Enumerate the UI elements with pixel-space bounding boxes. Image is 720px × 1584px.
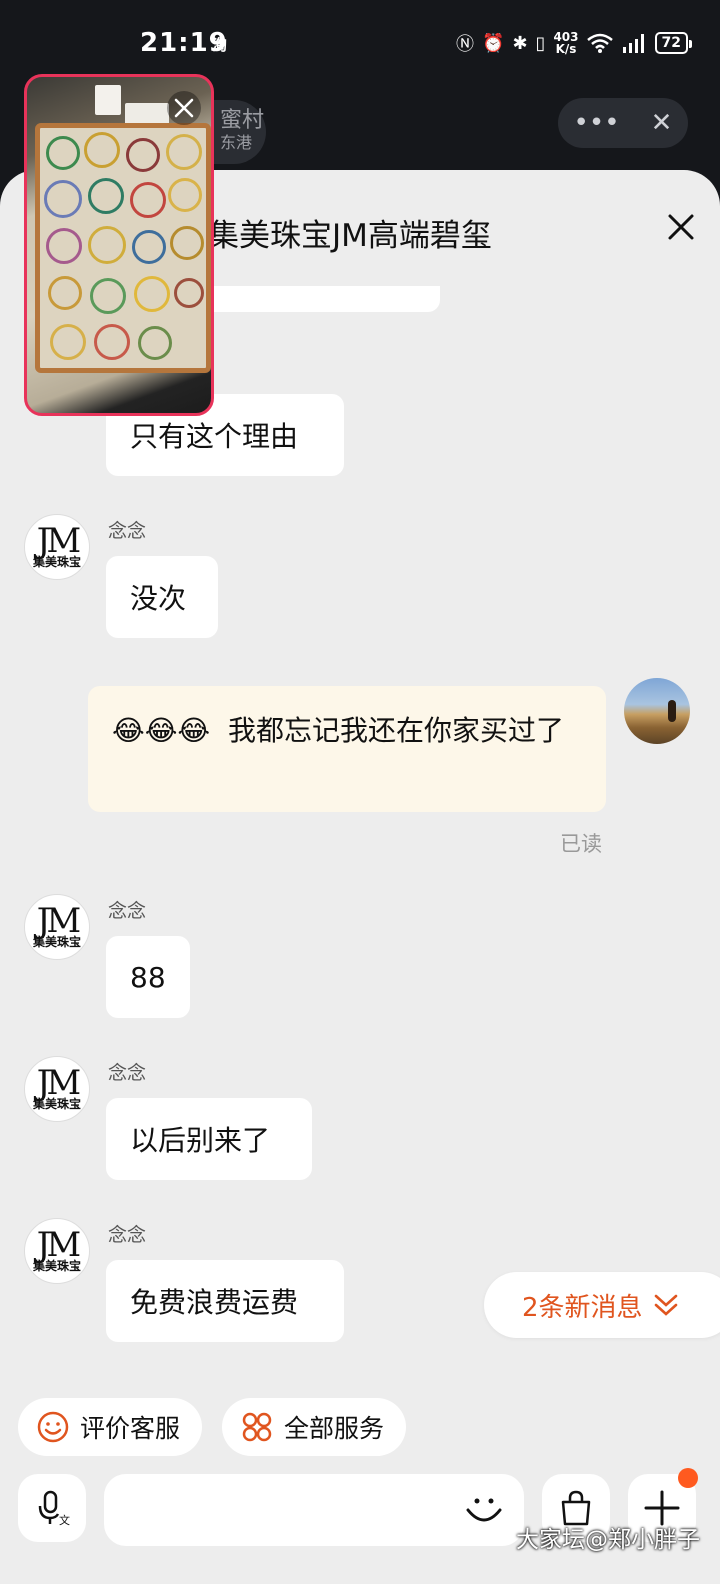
net-speed: 403 K/s <box>553 30 579 56</box>
live-close-icon[interactable]: ✕ <box>651 108 673 138</box>
shop-avatar[interactable]: JM 集美珠宝 <box>24 1056 90 1122</box>
all-services-label: 全部服务 <box>284 1414 385 1443</box>
message-text: 以后别来了 <box>130 1124 271 1157</box>
chat-title: 集美珠宝JM高端碧玺 <box>208 218 492 254</box>
message-bubble: 以后别来了 <box>106 1098 312 1180</box>
alarm-icon: ⏰ <box>482 32 505 54</box>
voice-input-button[interactable]: 文 <box>18 1474 86 1542</box>
status-icons: Ⓝ ⏰ ✱ ▯ 403 K/s 72 <box>456 30 693 56</box>
shop-avatar[interactable]: JM 集美珠宝 <box>24 894 90 960</box>
message-bubble-partial <box>212 286 440 312</box>
emoji-icon[interactable] <box>462 1486 506 1530</box>
outgoing-message-bubble: 😂😂😂 我都忘记我还在你家买过了 <box>88 686 606 812</box>
grid-icon <box>242 1412 272 1442</box>
double-chevron-down-icon <box>654 1294 677 1316</box>
notification-dot <box>678 1468 698 1488</box>
message-text: 😂😂😂 我都忘记我还在你家买过了 <box>112 714 564 747</box>
sender-name: 念念 <box>108 520 147 542</box>
live-controls: ••• ✕ <box>558 98 688 148</box>
pip-video[interactable] <box>24 74 214 416</box>
user-avatar[interactable] <box>624 678 690 744</box>
message-bubble: 88 <box>106 936 190 1018</box>
shop-avatar[interactable]: JM 集美珠宝 <box>24 1218 90 1284</box>
message-text: 88 <box>130 960 166 994</box>
signal-icon <box>622 34 644 53</box>
shop-avatar[interactable]: JM 集美珠宝 <box>24 514 90 580</box>
jewelry-tray <box>35 123 211 373</box>
battery-indicator: 72 <box>654 32 693 54</box>
sender-name: 念念 <box>108 900 147 922</box>
live-room-name: 蜜村 <box>220 108 265 133</box>
live-room-subtitle: 东港 <box>220 133 253 152</box>
pip-close-button[interactable] <box>167 91 201 125</box>
read-status: 已读 <box>560 832 602 856</box>
bluetooth-icon: ✱ <box>512 32 528 54</box>
new-messages-button[interactable]: 2条新消息 <box>484 1272 720 1338</box>
watermark: 大家坛@郑小胖子 <box>516 1527 700 1553</box>
all-services-button[interactable]: 全部服务 <box>222 1398 406 1456</box>
svg-text:文: 文 <box>59 1513 70 1527</box>
message-text: 没次 <box>130 582 187 615</box>
message-bubble: 免费浪费运费 <box>106 1260 344 1342</box>
smile-icon <box>37 1411 69 1443</box>
sender-name: 念念 <box>108 1224 147 1246</box>
rate-service-button[interactable]: 评价客服 <box>18 1398 202 1456</box>
wifi-icon <box>586 33 613 53</box>
message-bubble: 没次 <box>106 556 218 638</box>
taobao-indicator: 淘 <box>212 36 228 54</box>
sender-name: 念念 <box>108 1062 147 1084</box>
microphone-icon: 文 <box>38 1490 70 1527</box>
laugh-emoji-icon: 😂😂😂 <box>112 714 211 747</box>
close-icon[interactable] <box>664 210 698 244</box>
close-icon <box>174 98 194 118</box>
new-messages-label: 2条新消息 <box>522 1292 643 1323</box>
price-tag <box>95 85 121 115</box>
message-input[interactable] <box>104 1474 524 1546</box>
vibrate-icon: ▯ <box>535 32 546 54</box>
more-icon[interactable]: ••• <box>574 108 620 138</box>
rate-service-label: 评价客服 <box>80 1414 181 1443</box>
message-text: 免费浪费运费 <box>130 1286 299 1319</box>
message-text: 只有这个理由 <box>130 420 299 453</box>
nfc-icon: Ⓝ <box>456 34 475 55</box>
